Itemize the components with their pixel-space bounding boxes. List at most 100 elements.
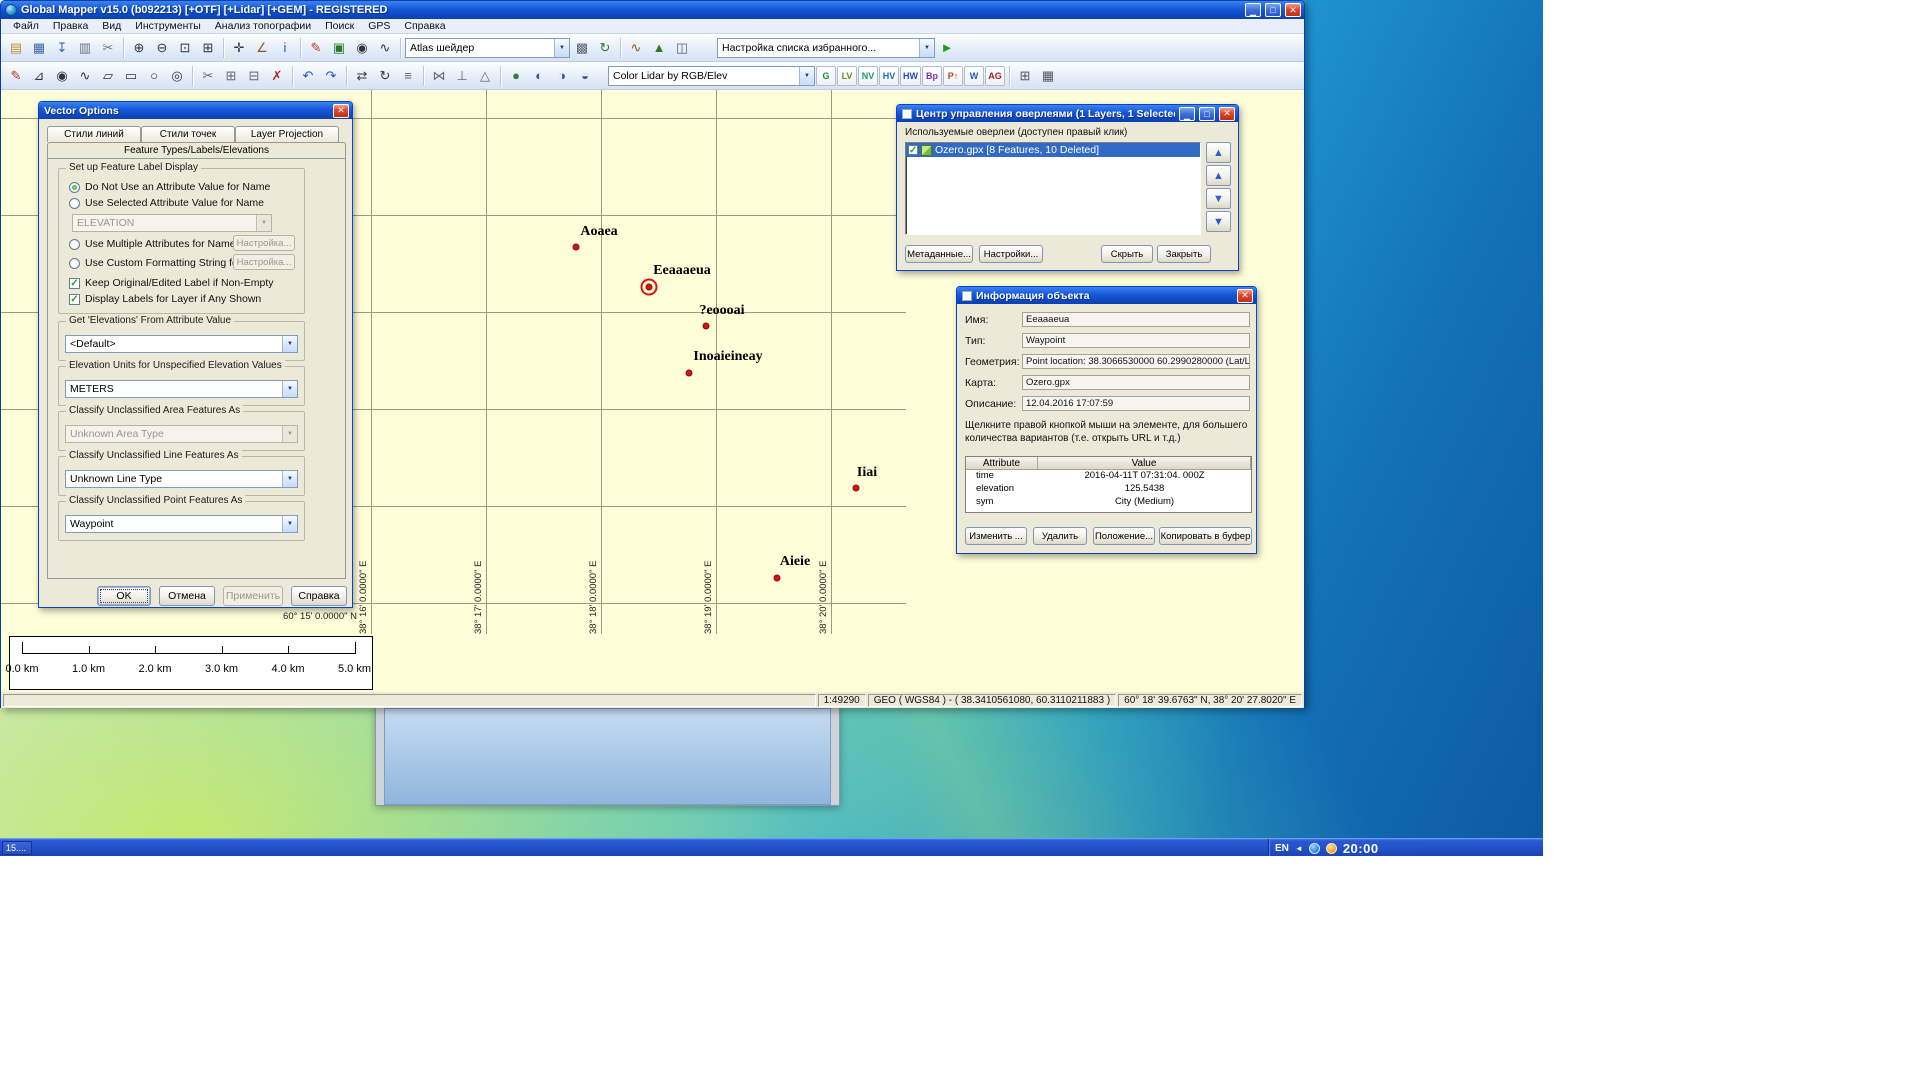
create-line-icon[interactable]: ∿ — [74, 65, 96, 87]
overlay-control-center-icon[interactable]: ▣ — [328, 37, 350, 59]
lidar-grid-icon[interactable]: ⊞ — [1014, 65, 1036, 87]
menu-view[interactable]: Вид — [96, 20, 127, 32]
save-workspace-icon[interactable]: ▦ — [28, 37, 50, 59]
maximize-button[interactable] — [1265, 3, 1281, 17]
taskbar-window-button[interactable]: 15.... — [2, 841, 32, 855]
lidar-ground-icon[interactable]: G — [816, 65, 836, 86]
move-bottom-button[interactable]: ▼ — [1206, 211, 1231, 232]
cancel-button[interactable]: Отмена — [159, 586, 215, 606]
print-icon[interactable]: ▥ — [74, 37, 96, 59]
pan-icon[interactable]: ✛ — [228, 37, 250, 59]
vector-options-titlebar[interactable]: Vector Options — [39, 102, 352, 119]
minimize-button[interactable] — [1179, 106, 1195, 121]
screen-capture-icon[interactable]: ✂ — [97, 37, 119, 59]
layer-visible-checkbox[interactable] — [908, 145, 918, 155]
profile-view-icon[interactable]: ∿ — [625, 37, 647, 59]
overlay-list-item-selected[interactable]: Ozero.gpx [8 Features, 10 Deleted] — [906, 143, 1200, 157]
digitizer-icon[interactable]: ✎ — [305, 37, 327, 59]
favorites-grid-icon[interactable]: ▩ — [571, 37, 593, 59]
checkbox-display-labels[interactable]: Display Labels for Layer if Any Shown — [69, 293, 261, 305]
redo-icon[interactable]: ↷ — [320, 65, 342, 87]
close-button[interactable] — [1285, 3, 1301, 17]
tray-collapse-icon[interactable] — [1295, 844, 1303, 853]
menu-terrain-analysis[interactable]: Анализ топографии — [209, 20, 317, 32]
checkbox-keep-label[interactable]: Keep Original/Edited Label if Non-Empty — [69, 277, 274, 289]
move-top-button[interactable]: ▲ — [1206, 142, 1231, 163]
lidar-high-veg-icon[interactable]: HV — [879, 65, 899, 86]
waypoint-dot[interactable] — [773, 574, 781, 582]
favorites-combo[interactable]: Настройка списка избранного... — [717, 37, 935, 58]
lidar-thin-icon[interactable]: ▦ — [1037, 65, 1059, 87]
line-type-combo[interactable]: Unknown Line Type — [65, 470, 298, 488]
feature-info-icon[interactable]: i — [274, 37, 296, 59]
create-circle-icon[interactable]: ○ — [143, 65, 165, 87]
ok-button[interactable]: OK — [97, 586, 151, 606]
value-header[interactable]: Value — [1038, 457, 1251, 470]
paste-feature-icon[interactable]: ⊟ — [243, 65, 265, 87]
atlas-shader-combo[interactable]: Atlas шейдер — [405, 37, 570, 58]
tray-notification-icon[interactable] — [1325, 842, 1337, 854]
undo-icon[interactable]: ↶ — [297, 65, 319, 87]
table-row[interactable]: sym City (Medium) — [966, 496, 1251, 509]
cut-feature-icon[interactable]: ✂ — [197, 65, 219, 87]
path-profile-icon[interactable]: ∿ — [374, 37, 396, 59]
maximize-button[interactable] — [1199, 106, 1215, 121]
lidar-water-icon[interactable]: HW — [900, 65, 921, 86]
select-vertices-icon[interactable]: ⊿ — [28, 65, 50, 87]
rotate-feature-icon[interactable]: ↻ — [374, 65, 396, 87]
union-icon[interactable]: ◑ — [551, 65, 573, 87]
buffer-icon[interactable]: ● — [505, 65, 527, 87]
background-window[interactable] — [375, 700, 840, 806]
waypoint-dot[interactable] — [572, 243, 580, 251]
lidar-low-veg-icon[interactable]: LV — [837, 65, 857, 86]
zoom-in-icon[interactable]: ⊕ — [128, 37, 150, 59]
digitizer-edit-icon[interactable]: ✎ — [5, 65, 27, 87]
overlay-list[interactable]: Ozero.gpx [8 Features, 10 Deleted] — [905, 142, 1201, 235]
tab-line-styles[interactable]: Стили линий — [47, 126, 141, 142]
waypoint-dot[interactable] — [852, 484, 860, 492]
overlay-center-titlebar[interactable]: Центр управления оверлеями (1 Layers, 1 … — [897, 105, 1238, 122]
waypoint-dot[interactable] — [685, 369, 693, 377]
lidar-building-icon[interactable]: Bp — [922, 65, 942, 86]
metadata-button[interactable]: Метаданные... — [905, 245, 973, 263]
measure-icon[interactable]: ∠ — [251, 37, 273, 59]
export-icon[interactable]: ↧ — [51, 37, 73, 59]
refresh-icon[interactable]: ↻ — [594, 37, 616, 59]
lidar-auto-classify-icon[interactable]: AG — [985, 65, 1005, 86]
attribute-header[interactable]: Attribute — [966, 457, 1038, 470]
language-indicator[interactable]: EN — [1275, 843, 1289, 854]
close-button[interactable] — [1219, 106, 1235, 121]
close-icon[interactable] — [333, 103, 349, 118]
create-area-icon[interactable]: ▱ — [97, 65, 119, 87]
window-titlebar[interactable]: Global Mapper v15.0 (b092213) [+OTF] [+L… — [1, 1, 1304, 19]
open-file-icon[interactable]: ▤ — [5, 37, 27, 59]
create-point-icon[interactable]: ◉ — [51, 65, 73, 87]
hide-button[interactable]: Скрыть — [1101, 245, 1153, 263]
tray-app-icon[interactable] — [1308, 842, 1320, 854]
run-favorite-icon[interactable]: ► — [936, 37, 958, 59]
simplify-icon[interactable]: △ — [474, 65, 496, 87]
radio-multiple-attributes[interactable]: Use Multiple Attributes for Name — [69, 238, 236, 250]
menu-gps[interactable]: GPS — [362, 20, 396, 32]
view-3d-icon[interactable]: ▲ — [648, 37, 670, 59]
edit-button[interactable]: Изменить ... — [965, 527, 1027, 545]
elevation-units-combo[interactable]: METERS — [65, 380, 298, 398]
menu-file[interactable]: Файл — [7, 20, 45, 32]
menu-help[interactable]: Справка — [398, 20, 451, 32]
menu-tools[interactable]: Инструменты — [129, 20, 206, 32]
full-extent-icon[interactable]: ⊞ — [197, 37, 219, 59]
elevation-attribute-combo[interactable]: <Default> — [65, 335, 298, 353]
position-button[interactable]: Положение... — [1093, 527, 1155, 545]
snap-mode-icon[interactable]: ≡ — [397, 65, 419, 87]
copy-to-clipboard-button[interactable]: Копировать в буфер — [1159, 527, 1252, 545]
lidar-wire-icon[interactable]: W — [964, 65, 984, 86]
tab-feature-types[interactable]: Feature Types/Labels/Elevations — [47, 142, 346, 158]
close-button[interactable] — [1237, 288, 1253, 303]
waypoint-dot[interactable] — [702, 322, 710, 330]
zoom-box-icon[interactable]: ⊡ — [174, 37, 196, 59]
lidar-powerline-icon[interactable]: P↑ — [943, 65, 963, 86]
lidar-color-combo[interactable]: Color Lidar by RGB/Elev — [608, 65, 815, 86]
lidar-med-veg-icon[interactable]: NV — [858, 65, 878, 86]
minimize-button[interactable] — [1245, 3, 1261, 17]
tab-point-styles[interactable]: Стили точек — [141, 126, 235, 142]
